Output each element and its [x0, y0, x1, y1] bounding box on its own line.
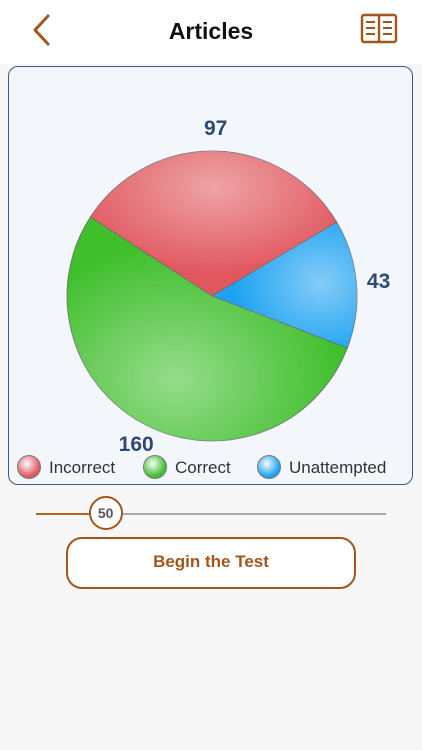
book-open-icon — [360, 13, 398, 44]
legend-label-incorrect: Incorrect — [49, 458, 116, 477]
results-chart-panel: 97 43 160 Incorrect Correct Unattempted — [8, 66, 413, 485]
legend-label-correct: Correct — [175, 458, 231, 477]
page-title: Articles — [168, 18, 254, 44]
legend-label-unattempted: Unattempted — [289, 458, 387, 477]
chart-legend: Incorrect Correct Unattempted — [17, 453, 407, 483]
navigation-bar: Articles — [0, 0, 422, 64]
pie-label-incorrect: 97 — [203, 117, 228, 141]
slider-track[interactable] — [122, 513, 386, 515]
slider-track-filled — [36, 513, 89, 515]
question-count-slider[interactable]: 50 — [36, 496, 386, 532]
slider-thumb[interactable]: 50 — [88, 496, 123, 530]
legend-swatch-correct — [143, 455, 167, 479]
book-button[interactable] — [360, 12, 398, 46]
begin-test-button[interactable]: Begin the Test — [66, 537, 356, 589]
legend-swatch-incorrect — [17, 455, 41, 479]
pie-label-unattempted: 43 — [366, 270, 391, 294]
legend-swatch-unattempted — [257, 455, 281, 479]
